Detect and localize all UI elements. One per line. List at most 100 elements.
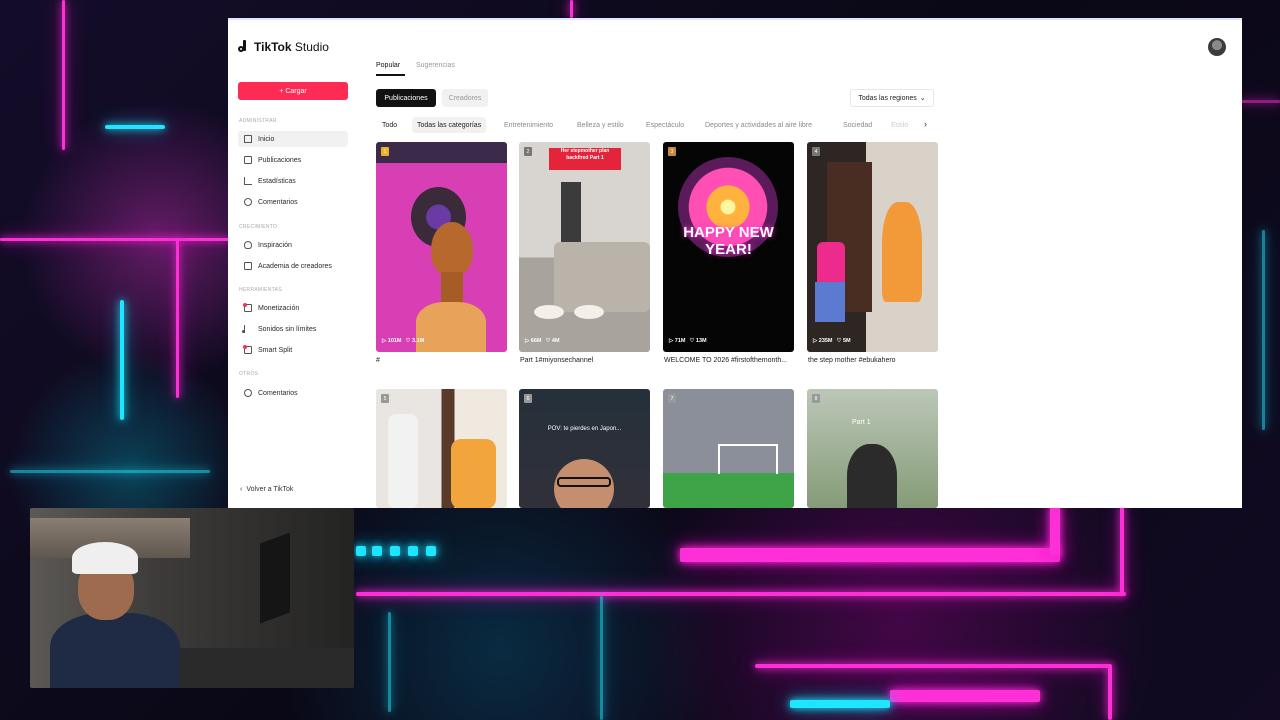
likes-count: ♡ 5M — [836, 338, 851, 344]
sidebar-item-label: Inicio — [258, 135, 275, 143]
sidebar-item-smart-split[interactable]: Smart Split — [238, 342, 348, 358]
video-thumbnail: Part 1 — [807, 389, 938, 508]
section-growth: CRECIMIENTO — [239, 224, 278, 230]
video-stats: ▷ 235M ♡ 5M — [813, 338, 851, 344]
user-avatar[interactable] — [1208, 38, 1226, 56]
category-espectaculo[interactable]: Espectáculo — [646, 117, 684, 133]
sidebar-item-label: Estadísticas — [258, 177, 296, 185]
likes-count: ♡ 4M — [545, 338, 560, 344]
video-thumbnail: HAPPY NEW YEAR! — [663, 142, 794, 352]
region-label: Todas las regiones — [858, 94, 917, 102]
webcam-overlay — [30, 508, 354, 688]
category-sociedad[interactable]: Sociedad — [843, 117, 872, 133]
sidebar-item-monetizacion[interactable]: Monetización — [238, 300, 348, 316]
thumbnail-overlay-text: HAPPY NEW YEAR! — [683, 224, 774, 258]
video-thumbnail — [376, 389, 507, 508]
academy-icon — [244, 262, 252, 270]
rank-badge: 3 — [668, 147, 676, 156]
chevron-left-icon: ‹ — [240, 486, 243, 493]
rank-badge: 8 — [812, 394, 820, 403]
sidebar-item-label: Sonidos sin límites — [258, 325, 317, 333]
sidebar-item-label: Monetización — [258, 304, 300, 312]
video-card[interactable]: Her stepmother plan backfired Part 1 2 ▷… — [519, 142, 650, 352]
video-card[interactable]: POV: te pierdes en Japon... 6 — [519, 389, 650, 508]
video-caption[interactable]: # — [376, 356, 507, 365]
chevron-right-icon[interactable]: › — [924, 119, 927, 129]
bulb-icon — [244, 241, 252, 249]
music-note-icon — [242, 325, 252, 333]
video-card[interactable]: HAPPY NEW YEAR! 3 ▷ 71M ♡ 13M — [663, 142, 794, 352]
category-todo[interactable]: Todo — [382, 117, 397, 133]
video-thumbnail — [807, 142, 938, 352]
active-tab-indicator — [376, 74, 405, 76]
video-caption[interactable]: the step mother #ebukahero — [808, 356, 939, 365]
views-count: ▷ 235M — [813, 338, 833, 344]
category-deportes[interactable]: Deportes y actividades al aire libre — [705, 117, 812, 133]
sidebar-item-academia[interactable]: Academia de creadores — [238, 258, 348, 274]
tab-sugerencias[interactable]: Sugerencias — [416, 62, 455, 69]
sidebar-item-inicio[interactable]: Inicio — [238, 131, 348, 147]
sidebar-item-comentarios[interactable]: Comentarios — [238, 194, 348, 210]
video-thumbnail — [663, 389, 794, 508]
chevron-down-icon: ⌄ — [919, 95, 926, 102]
video-stats: ▷ 66M ♡ 4M — [525, 338, 560, 344]
sidebar-item-label: Smart Split — [258, 346, 293, 354]
comments-icon — [244, 198, 252, 206]
section-others: OTROS — [239, 371, 259, 377]
video-card[interactable]: 1 ▷ 101M ♡ 3.1M — [376, 142, 507, 352]
rank-badge: 6 — [524, 394, 532, 403]
rank-badge: 7 — [668, 394, 676, 403]
sidebar-item-publicaciones[interactable]: Publicaciones — [238, 152, 348, 168]
monetization-icon — [243, 303, 252, 312]
tab-popular[interactable]: Popular — [376, 62, 400, 69]
home-icon — [244, 135, 252, 143]
rank-badge: 2 — [524, 147, 532, 156]
posts-icon — [244, 156, 252, 164]
views-count: ▷ 71M — [669, 338, 686, 344]
notification-dot — [243, 345, 247, 349]
sidebar-item-label: Comentarios — [258, 198, 298, 206]
category-estilo[interactable]: Estilo — [891, 117, 908, 133]
sidebar-item-label: Academia de creadores — [258, 262, 332, 270]
toggle-publicaciones[interactable]: Publicaciones — [376, 89, 436, 107]
upload-button[interactable]: + Cargar — [238, 82, 348, 100]
video-thumbnail: POV: te pierdes en Japon... — [519, 389, 650, 508]
sidebar-item-feedback[interactable]: Comentarios — [238, 385, 348, 401]
analytics-icon — [244, 177, 252, 185]
video-card[interactable]: Part 1 8 — [807, 389, 938, 508]
category-entretenimiento[interactable]: Entretenimiento — [504, 117, 553, 133]
tiktok-studio-window: TikTok Studio + Cargar ADMINISTRAR Inici… — [228, 18, 1242, 508]
sidebar: + Cargar ADMINISTRAR Inicio Publicacione… — [228, 20, 358, 508]
views-count: ▷ 101M — [382, 338, 402, 344]
region-dropdown[interactable]: Todas las regiones ⌄ — [850, 89, 934, 107]
video-card[interactable]: 7 — [663, 389, 794, 508]
sidebar-item-estadisticas[interactable]: Estadísticas — [238, 173, 348, 189]
video-thumbnail: Her stepmother plan backfired Part 1 — [519, 142, 650, 352]
rank-badge: 4 — [812, 147, 820, 156]
back-label: Volver a TikTok — [246, 486, 294, 493]
likes-count: ♡ 13M — [689, 338, 707, 344]
thumbnail-overlay-text: Part 1 — [852, 419, 871, 426]
sidebar-item-label: Inspiración — [258, 241, 292, 249]
video-caption[interactable]: Part 1#miyonsechannel — [520, 356, 651, 365]
video-stats: ▷ 71M ♡ 13M — [669, 338, 707, 344]
back-to-tiktok-link[interactable]: ‹ Volver a TikTok — [240, 486, 293, 493]
category-todas[interactable]: Todas las categorías — [412, 117, 487, 133]
video-caption[interactable]: WELCOME TO 2026 #firstofthemonth... — [664, 356, 795, 365]
video-card[interactable]: 5 — [376, 389, 507, 508]
sidebar-item-label: Comentarios — [258, 389, 298, 397]
feedback-icon — [244, 389, 252, 397]
split-icon — [243, 345, 252, 354]
sidebar-item-sonidos[interactable]: Sonidos sin límites — [238, 321, 348, 337]
sidebar-item-inspiracion[interactable]: Inspiración — [238, 237, 348, 253]
toggle-creadores[interactable]: Creadores — [442, 89, 488, 107]
category-belleza[interactable]: Belleza y estilo — [577, 117, 624, 133]
rank-badge: 1 — [381, 147, 389, 156]
views-count: ▷ 66M — [525, 338, 542, 344]
rank-badge: 5 — [381, 394, 389, 403]
thumbnail-overlay-text: POV: te pierdes en Japon... — [547, 426, 622, 432]
video-card[interactable]: 4 ▷ 235M ♡ 5M — [807, 142, 938, 352]
video-stats: ▷ 101M ♡ 3.1M — [382, 338, 424, 344]
video-thumbnail — [376, 142, 507, 352]
likes-count: ♡ 3.1M — [405, 338, 425, 344]
